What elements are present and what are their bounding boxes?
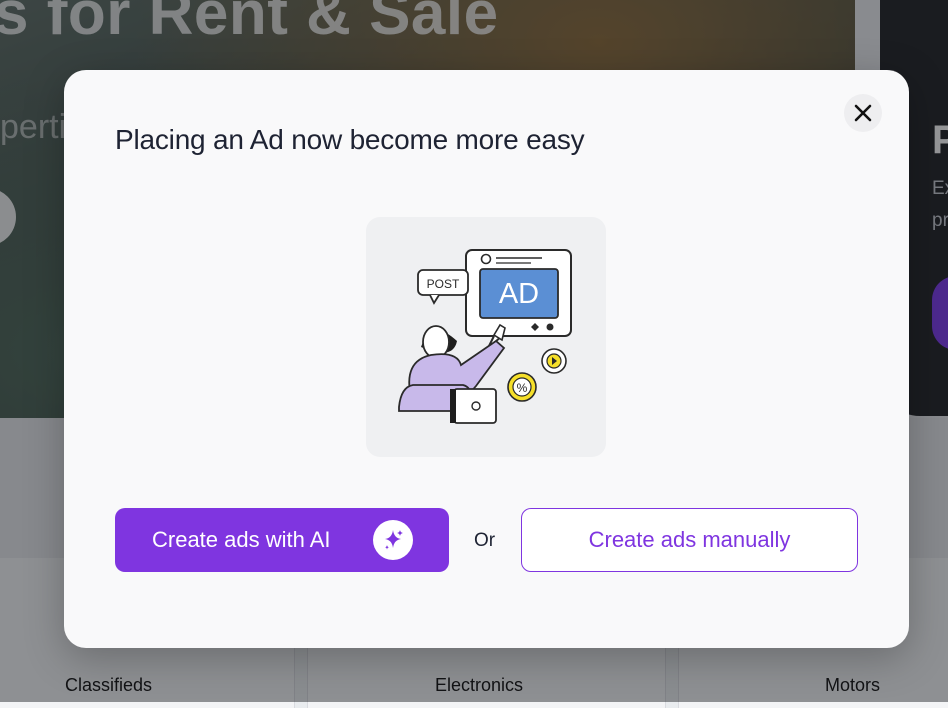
or-separator: Or [474, 530, 496, 551]
ad-illustration-label: AD [499, 278, 539, 310]
modal-title: Placing an Ad now become more easy [115, 124, 585, 155]
ad-illustration-graphic: AD POST % [398, 249, 572, 424]
sparkle-icon [373, 520, 413, 560]
close-button[interactable] [844, 94, 882, 132]
place-ad-modal: Placing an Ad now become more easy AD PO… [64, 70, 909, 648]
ad-illustration: AD POST % [366, 217, 606, 457]
create-ads-manually-button[interactable]: Create ads manually [521, 508, 858, 572]
close-icon [854, 104, 872, 122]
discount-badge-label: % [517, 381, 528, 395]
post-bubble-label: POST [427, 277, 460, 291]
create-ads-ai-label: Create ads with AI [152, 527, 331, 552]
create-ads-manually-label: Create ads manually [588, 527, 791, 552]
create-ads-ai-button[interactable]: Create ads with AI [115, 508, 449, 572]
